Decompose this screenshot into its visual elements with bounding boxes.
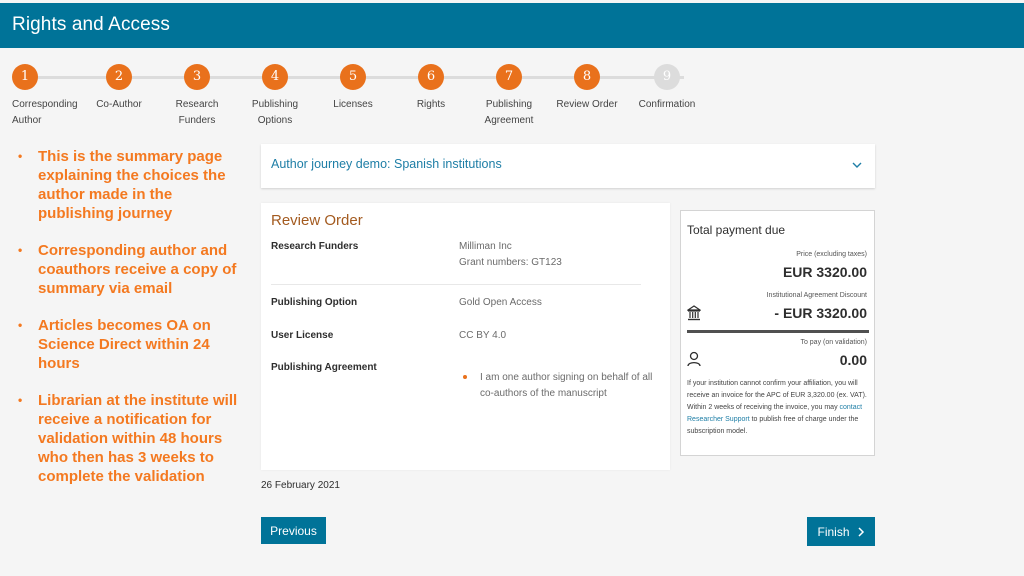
accordion-title: Author journey demo: Spanish institution… [271, 157, 502, 171]
step-label: Corresponding Author [12, 99, 78, 126]
price-value: EUR 3320.00 [782, 264, 867, 280]
discount-value: - EUR 3320.00 [774, 305, 867, 321]
journey-accordion[interactable]: Author journey demo: Spanish institution… [261, 144, 875, 188]
step-publishing-agreement[interactable]: 7 Publishing Agreement [464, 64, 554, 129]
finish-button[interactable]: Finish [807, 517, 875, 546]
step-number: 4 [262, 64, 288, 90]
publishing-option-label: Publishing Option [271, 297, 358, 308]
payment-note: If your institution cannot confirm your … [687, 380, 867, 435]
user-license-label: User License [271, 330, 334, 341]
publishing-agreement-list: I am one author signing on behalf of all… [463, 370, 653, 402]
annotation-notes: • This is the summary page explaining the… [16, 147, 246, 504]
research-funders-label: Research Funders [271, 241, 359, 252]
step-label: Licenses [333, 99, 373, 110]
step-publishing-options[interactable]: 4 Publishing Options [230, 64, 320, 129]
step-licenses[interactable]: 5 Licenses [308, 64, 398, 113]
step-number: 1 [12, 64, 38, 90]
step-co-author[interactable]: 2 Co-Author [74, 64, 164, 113]
step-number: 5 [340, 64, 366, 90]
payment-summary-card: Total payment due Price (excluding taxes… [680, 210, 875, 456]
bullet-icon: • [18, 318, 23, 332]
step-review-order[interactable]: 8 Review Order [542, 64, 632, 113]
bullet-icon: • [18, 243, 23, 257]
progress-stepper: 1 Corresponding Author 2 Co-Author 3 Rese… [0, 60, 1024, 130]
step-corresponding-author[interactable]: 1 Corresponding Author [12, 64, 82, 129]
bullet-icon: • [18, 393, 23, 407]
step-number: 6 [418, 64, 444, 90]
agreement-item: I am one author signing on behalf of all… [463, 370, 653, 402]
divider [271, 284, 641, 285]
step-confirmation: 9 Confirmation [622, 64, 712, 113]
step-label: Rights [416, 99, 446, 110]
step-label: Co-Author [96, 99, 142, 110]
chevron-down-icon[interactable] [851, 159, 863, 171]
step-rights[interactable]: 6 Rights [386, 64, 476, 113]
note-item: • This is the summary page explaining the… [18, 148, 226, 222]
to-pay-label: To pay (on validation) [800, 339, 867, 346]
order-date: 26 February 2021 [261, 480, 340, 491]
institution-icon [687, 305, 701, 321]
step-label: Publishing Options [251, 99, 299, 126]
bullet-icon [463, 375, 467, 379]
note-item: • Librarian at the institute will receive… [18, 392, 238, 485]
person-icon [687, 351, 701, 367]
step-label: Review Order [556, 99, 618, 110]
total-rule [687, 330, 869, 333]
chevron-right-icon [857, 526, 864, 537]
user-license-value: CC BY 4.0 [459, 330, 507, 341]
step-label: Research Funders [175, 99, 219, 126]
page-title: Rights and Access [12, 14, 171, 35]
step-label: Confirmation [638, 99, 696, 110]
step-number: 3 [184, 64, 210, 90]
step-number: 8 [574, 64, 600, 90]
review-title: Review Order [271, 212, 363, 229]
bullet-icon: • [18, 149, 23, 163]
page-header: Rights and Access [0, 3, 1024, 48]
research-funders-value: Milliman Inc Grant numbers: GT123 [459, 241, 562, 268]
note-item: • Corresponding author and coauthors rece… [18, 242, 237, 297]
publishing-option-value: Gold Open Access [459, 297, 542, 308]
price-label: Price (excluding taxes) [796, 251, 867, 258]
step-research-funders[interactable]: 3 Research Funders [152, 64, 242, 129]
discount-label: Institutional Agreement Discount [766, 292, 867, 299]
note-item: • Articles becomes OA on Science Direct w… [18, 317, 211, 372]
step-number: 9 [654, 64, 680, 90]
step-number: 2 [106, 64, 132, 90]
to-pay-value: 0.00 [839, 352, 867, 368]
payment-title: Total payment due [687, 223, 786, 237]
publishing-agreement-label: Publishing Agreement [271, 362, 377, 373]
step-number: 7 [496, 64, 522, 90]
review-order-card: Review Order Research Funders Milliman I… [261, 203, 670, 470]
finish-label: Finish [817, 524, 850, 539]
previous-button[interactable]: Previous [261, 517, 326, 544]
step-label: Publishing Agreement [484, 99, 534, 126]
